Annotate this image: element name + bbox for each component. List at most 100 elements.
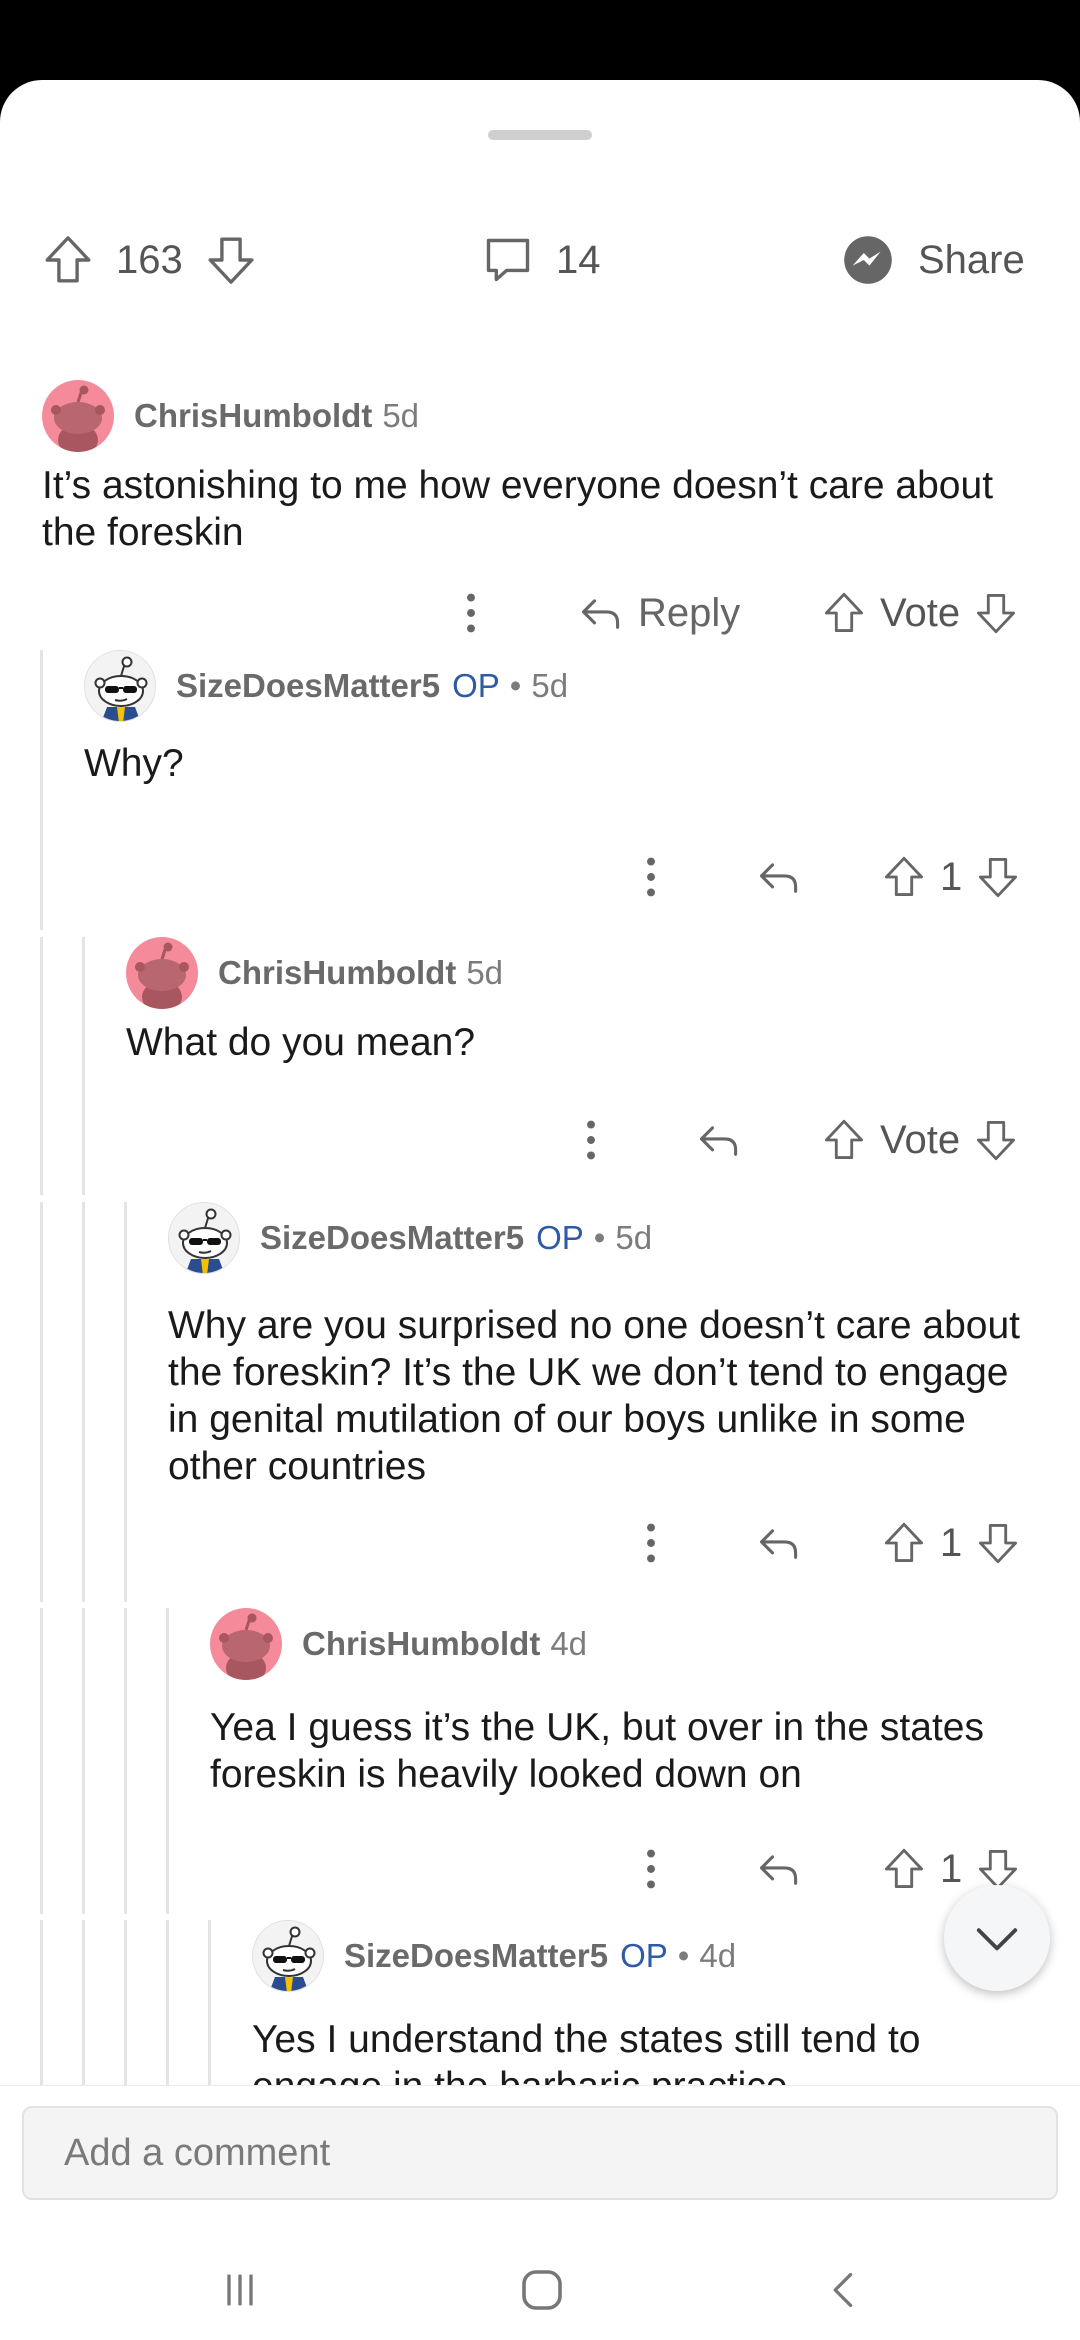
comment-author[interactable]: ChrisHumboldt — [134, 397, 372, 435]
downvote-icon[interactable] — [974, 591, 1018, 635]
vertical-dots-icon — [644, 1847, 658, 1891]
post-action-bar: 163 14 Share — [0, 200, 1080, 320]
op-badge: OP — [536, 1219, 584, 1256]
separator-dot: • — [593, 1219, 606, 1256]
comment-age: 4d — [699, 1937, 737, 1974]
avatar[interactable] — [210, 1608, 282, 1680]
reply-label: Reply — [638, 590, 741, 635]
recent-apps-button[interactable] — [180, 2240, 300, 2340]
comment-author[interactable]: ChrisHumboldt — [218, 954, 456, 992]
comment-body: Why? — [84, 742, 184, 785]
more-options-button[interactable] — [644, 1834, 658, 1904]
more-options-button[interactable] — [644, 1508, 658, 1578]
comment: SizeDoesMatter5 OP • 5d Why are you surp… — [0, 1202, 1080, 1602]
vote-count: 1 — [940, 1846, 963, 1891]
comment-actions: 1 — [0, 1508, 1080, 1578]
downvote-icon[interactable] — [205, 234, 257, 286]
comment-author[interactable]: SizeDoesMatter5 — [344, 1937, 608, 1975]
thread-line[interactable] — [208, 1920, 211, 2085]
home-button[interactable] — [482, 2240, 602, 2340]
reply-button[interactable] — [756, 1834, 800, 1904]
upvote-icon[interactable] — [882, 1847, 926, 1891]
thread-line[interactable] — [166, 1920, 169, 2085]
share-label: Share — [918, 237, 1025, 282]
reply-arrow-icon — [756, 855, 800, 899]
comment-age: 5d — [531, 667, 569, 704]
comment-age: 5d — [466, 954, 504, 991]
separator-dot: • — [677, 1937, 690, 1974]
upvote-icon[interactable] — [42, 234, 94, 286]
reply-button[interactable] — [756, 842, 800, 912]
post-upvote-count: 163 — [116, 237, 183, 282]
upvote-icon[interactable] — [882, 855, 926, 899]
comment: SizeDoesMatter5 OP • 5d Why? 1 — [0, 650, 1080, 930]
avatar[interactable] — [126, 937, 198, 1009]
messenger-icon — [840, 232, 896, 288]
separator-dot: • — [509, 667, 522, 704]
upvote-icon[interactable] — [822, 1118, 866, 1162]
op-badge: OP — [452, 667, 500, 704]
vertical-dots-icon — [644, 1521, 658, 1565]
system-navigation-bar — [0, 2240, 1080, 2340]
avatar[interactable] — [42, 380, 114, 452]
comment-body: Yea I guess it’s the UK, but over in the… — [210, 1706, 984, 1796]
vertical-dots-icon — [644, 855, 658, 899]
vote-group: Vote — [822, 1105, 1018, 1175]
comments-sheet: 163 14 Share ChrisHumboldt 5d It’s aston… — [0, 80, 1080, 2340]
reply-arrow-icon — [756, 1521, 800, 1565]
reply-button[interactable] — [756, 1508, 800, 1578]
comment-author[interactable]: ChrisHumboldt — [302, 1625, 540, 1663]
post-comments-button[interactable]: 14 — [482, 200, 623, 320]
comments-list: 163 14 Share ChrisHumboldt 5d It’s aston… — [0, 80, 1080, 2085]
op-badge: OP — [620, 1937, 668, 1974]
vote-group: 1 — [882, 842, 1020, 912]
thread-line[interactable] — [82, 1920, 85, 2085]
vertical-dots-icon — [584, 1118, 598, 1162]
comment-body: Yes I understand the states still tend t… — [252, 2018, 921, 2085]
more-options-button[interactable] — [644, 842, 658, 912]
vote-label: Vote — [880, 1117, 961, 1162]
vote-count: 1 — [940, 1520, 963, 1565]
comment-body: It’s astonishing to me how everyone does… — [42, 464, 994, 554]
comment-actions: Reply Vote — [0, 578, 1080, 648]
comment-age: 5d — [615, 1219, 653, 1256]
more-options-button[interactable] — [584, 1105, 598, 1175]
downvote-icon[interactable] — [976, 855, 1020, 899]
reply-arrow-icon — [756, 1847, 800, 1891]
add-comment-input[interactable]: Add a comment — [22, 2106, 1058, 2200]
downvote-icon[interactable] — [976, 1521, 1020, 1565]
comment-body: Why are you surprised no one doesn’t car… — [168, 1304, 1021, 1488]
comment-actions: 1 — [0, 842, 1080, 912]
vote-count: 1 — [940, 854, 963, 899]
post-comment-count: 14 — [556, 237, 601, 282]
avatar[interactable] — [252, 1920, 324, 1992]
reply-button[interactable] — [696, 1105, 740, 1175]
comment-composer-bar: Add a comment — [0, 2085, 1080, 2206]
comment-actions: Vote — [0, 1105, 1080, 1175]
avatar[interactable] — [84, 650, 156, 722]
comment-author[interactable]: SizeDoesMatter5 — [176, 667, 440, 705]
reply-button[interactable]: Reply — [578, 578, 740, 648]
add-comment-placeholder: Add a comment — [64, 2131, 331, 2174]
comment-author[interactable]: SizeDoesMatter5 — [260, 1219, 524, 1257]
upvote-icon[interactable] — [822, 591, 866, 635]
share-button[interactable]: Share — [840, 200, 1025, 320]
comment-age: 5d — [382, 397, 420, 434]
comment-icon — [482, 234, 534, 286]
scroll-down-button[interactable] — [944, 1885, 1050, 1991]
thread-line[interactable] — [40, 1920, 43, 2085]
back-button[interactable] — [784, 2240, 904, 2340]
downvote-icon[interactable] — [974, 1118, 1018, 1162]
more-options-button[interactable] — [464, 578, 478, 648]
recent-apps-icon — [218, 2268, 262, 2312]
upvote-icon[interactable] — [882, 1521, 926, 1565]
comment-age: 4d — [550, 1625, 588, 1662]
reply-arrow-icon — [578, 591, 622, 635]
reply-arrow-icon — [696, 1118, 740, 1162]
comment: ChrisHumboldt 4d Yea I guess it’s the UK… — [0, 1608, 1080, 1914]
thread-line[interactable] — [124, 1920, 127, 2085]
vote-label: Vote — [880, 590, 961, 635]
avatar[interactable] — [168, 1202, 240, 1274]
back-icon — [822, 2268, 866, 2312]
vote-group: 1 — [882, 1508, 1020, 1578]
